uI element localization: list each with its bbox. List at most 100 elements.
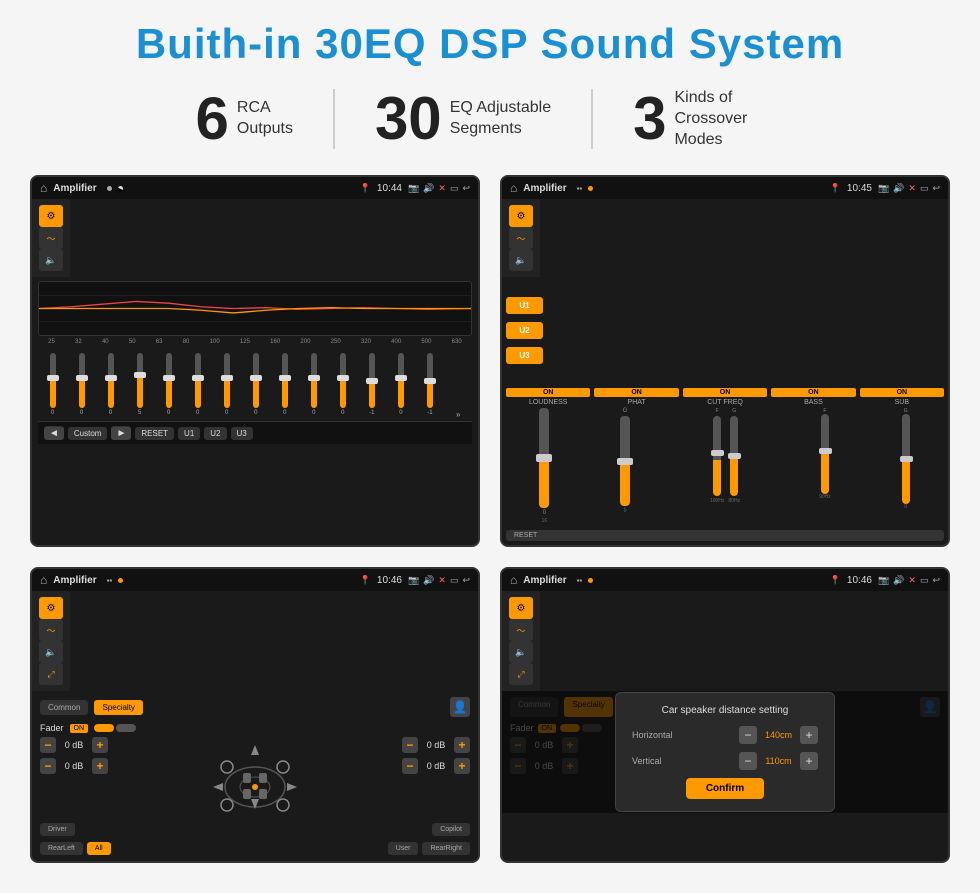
back-icon-4[interactable]: ↩	[932, 575, 940, 586]
eq-slider-8[interactable]: 0	[282, 349, 288, 419]
vertical-minus-btn[interactable]: −	[739, 752, 757, 770]
cross-reset-button[interactable]: RESET	[506, 530, 944, 541]
phat-on-badge[interactable]: ON	[594, 388, 678, 397]
cutfreq-on-badge[interactable]: ON	[683, 388, 767, 397]
eq-body: ⚙ 〜 🔈	[32, 199, 478, 448]
sub-on-badge[interactable]: ON	[860, 388, 944, 397]
eq-speaker-icon[interactable]: 🔈	[39, 249, 63, 271]
horizontal-minus-btn[interactable]: −	[739, 726, 757, 744]
screen-crossover: ⌂ Amplifier ▪▪ 📍 10:45 📷 🔊 ✕ ▭ ↩ ⚙ 〜	[500, 175, 950, 547]
cutfreq-label: CUT FREQ	[683, 399, 767, 406]
db-minus-fr[interactable]: −	[402, 737, 418, 753]
fader-on-toggle[interactable]: ON	[70, 724, 89, 733]
dot-1	[107, 186, 112, 191]
eq-slider-0[interactable]: 0	[50, 349, 56, 419]
eq-slider-13[interactable]: -1	[427, 349, 433, 419]
eq-slider-1[interactable]: 0	[79, 349, 85, 419]
eq-slider-3[interactable]: 5	[137, 349, 143, 419]
copilot-btn[interactable]: Copilot	[432, 823, 470, 836]
eq-slider-2[interactable]: 0	[108, 349, 114, 419]
eq-prev-button[interactable]: ◄	[44, 426, 64, 440]
home-icon-2[interactable]: ⌂	[510, 181, 517, 195]
eq-expand-icon[interactable]: »	[456, 410, 460, 419]
dist-filter-icon[interactable]: ⚙	[509, 597, 533, 619]
eq-slider-6[interactable]: 0	[224, 349, 230, 419]
cross-speaker-icon[interactable]: 🔈	[509, 249, 533, 271]
rearright-btn[interactable]: RearRight	[422, 842, 470, 855]
all-btn[interactable]: All	[87, 842, 111, 855]
minimize-icon-2[interactable]: ▭	[920, 183, 929, 194]
eq-slider-5[interactable]: 0	[195, 349, 201, 419]
back-icon-3[interactable]: ↩	[462, 575, 470, 586]
rearleft-btn[interactable]: RearLeft	[40, 842, 83, 855]
eq-u3-button[interactable]: U3	[231, 427, 253, 440]
eq-play-button[interactable]: ►	[111, 426, 131, 440]
person-icon[interactable]: 👤	[450, 697, 470, 717]
close-icon-1[interactable]: ✕	[438, 183, 446, 194]
user-btn[interactable]: User	[388, 842, 419, 855]
eq-slider-4[interactable]: 0	[166, 349, 172, 419]
freq-63: 63	[156, 339, 163, 345]
cross-filter-icon[interactable]: ⚙	[509, 205, 533, 227]
u2-button[interactable]: U2	[506, 322, 543, 339]
dist-expand-icon[interactable]: ⤢	[509, 663, 533, 685]
cross-main: ON LOUDNESS ON PHAT ON CUT FREQ ON	[502, 384, 948, 545]
back-icon-1[interactable]: ↩	[462, 183, 470, 194]
close-icon-2[interactable]: ✕	[908, 183, 916, 194]
eq-custom-button[interactable]: Custom	[68, 427, 108, 440]
loudness-on-badge[interactable]: ON	[506, 388, 590, 397]
minimize-icon-3[interactable]: ▭	[450, 575, 459, 586]
eq-u1-button[interactable]: U1	[178, 427, 200, 440]
eq-slider-11[interactable]: -1	[369, 349, 375, 419]
driver-btn[interactable]: Driver	[40, 823, 75, 836]
horizontal-plus-btn[interactable]: +	[800, 726, 818, 744]
db-minus-fl[interactable]: −	[40, 737, 56, 753]
vertical-stepper: − 110cm +	[739, 752, 818, 770]
fader-speaker-icon[interactable]: 🔈	[39, 641, 63, 663]
close-icon-4[interactable]: ✕	[908, 575, 916, 586]
screen-distance: ⌂ Amplifier ▪▪ 📍 10:46 📷 🔊 ✕ ▭ ↩ ⚙ 〜	[500, 567, 950, 863]
fader-expand-icon[interactable]: ⤢	[39, 663, 63, 685]
tab-specialty[interactable]: Specialty	[94, 700, 142, 715]
minimize-icon-1[interactable]: ▭	[450, 183, 459, 194]
eq-slider-9[interactable]: 0	[311, 349, 317, 419]
db-plus-fr[interactable]: +	[454, 737, 470, 753]
close-icon-3[interactable]: ✕	[438, 575, 446, 586]
eq-u2-button[interactable]: U2	[204, 427, 226, 440]
home-icon-1[interactable]: ⌂	[40, 181, 47, 195]
vertical-plus-btn[interactable]: +	[800, 752, 818, 770]
eq-wave-icon[interactable]: 〜	[39, 227, 63, 249]
fader-wave-icon[interactable]: 〜	[39, 619, 63, 641]
eq-slider-7[interactable]: 0	[253, 349, 259, 419]
confirm-button[interactable]: Confirm	[686, 778, 764, 799]
fader-tabs: Common Specialty 👤	[40, 697, 470, 717]
db-minus-rl[interactable]: −	[40, 758, 56, 774]
stat-eq-number: 30	[375, 89, 442, 149]
u3-button[interactable]: U3	[506, 347, 543, 364]
db-plus-fl[interactable]: +	[92, 737, 108, 753]
u1-button[interactable]: U1	[506, 297, 543, 314]
db-row-fr: − 0 dB +	[402, 737, 470, 753]
time-4: 10:46	[847, 575, 872, 586]
db-plus-rr[interactable]: +	[454, 758, 470, 774]
db-minus-rr[interactable]: −	[402, 758, 418, 774]
home-icon-4[interactable]: ⌂	[510, 573, 517, 587]
eq-reset-button[interactable]: RESET	[135, 427, 174, 440]
db-plus-rl[interactable]: +	[92, 758, 108, 774]
back-icon-2[interactable]: ↩	[932, 183, 940, 194]
cross-wave-icon[interactable]: 〜	[509, 227, 533, 249]
eq-slider-10[interactable]: 0	[340, 349, 346, 419]
eq-slider-12[interactable]: 0	[398, 349, 404, 419]
menu-icon-4: ▪▪	[577, 576, 583, 585]
home-icon-3[interactable]: ⌂	[40, 573, 47, 587]
dist-wave-icon[interactable]: 〜	[509, 619, 533, 641]
camera-icon-1: 📷	[408, 183, 419, 194]
dist-speaker-icon[interactable]: 🔈	[509, 641, 533, 663]
minimize-icon-4[interactable]: ▭	[920, 575, 929, 586]
bass-on-badge[interactable]: ON	[771, 388, 855, 397]
db-val-fr: 0 dB	[422, 740, 450, 750]
fader-filter-icon[interactable]: ⚙	[39, 597, 63, 619]
stat-eq-label: EQ AdjustableSegments	[450, 98, 551, 140]
eq-filter-icon[interactable]: ⚙	[39, 205, 63, 227]
tab-common[interactable]: Common	[40, 700, 88, 715]
